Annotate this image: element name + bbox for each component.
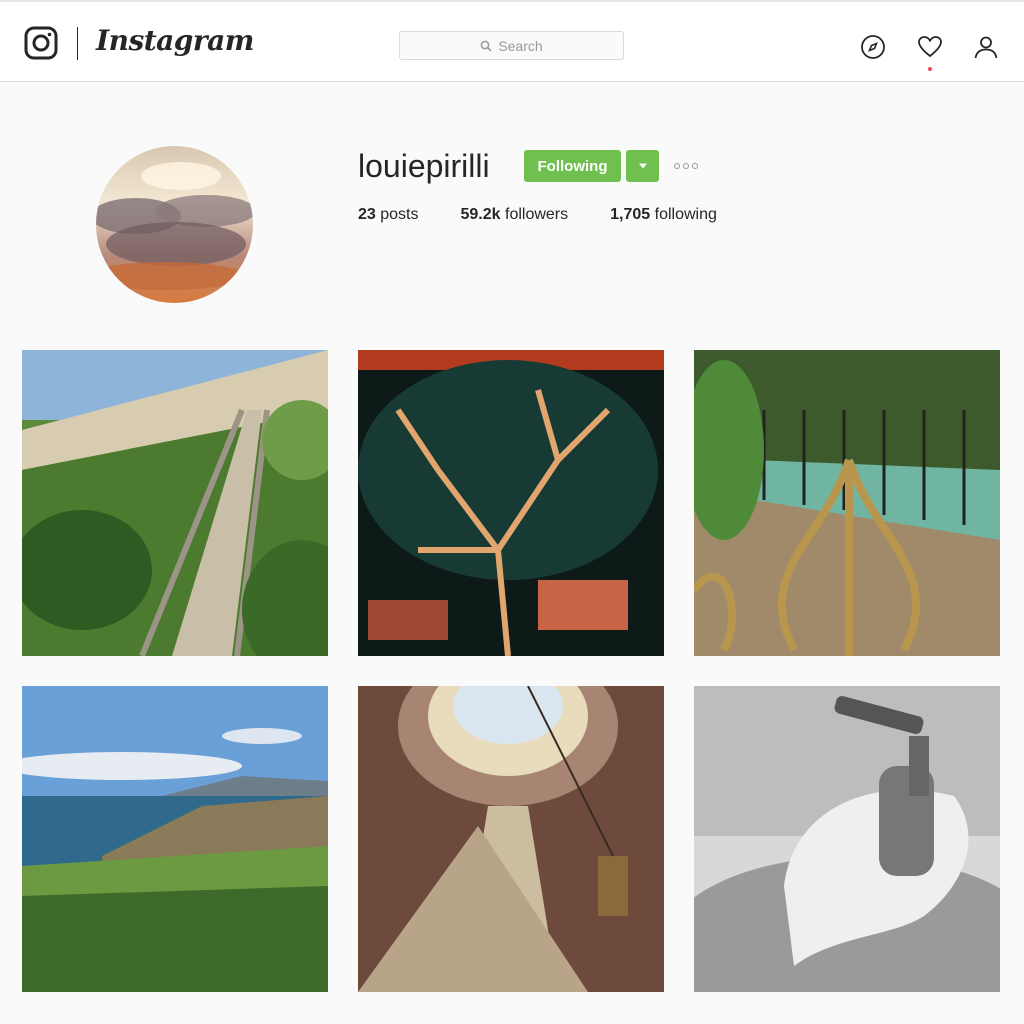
logo-divider bbox=[77, 27, 78, 60]
profile-stats: 23 posts 59.2k followers 1,705 following bbox=[358, 206, 759, 224]
heart-icon[interactable] bbox=[917, 34, 943, 60]
post-thumbnail[interactable] bbox=[358, 686, 664, 992]
more-options-icon[interactable] bbox=[674, 159, 702, 173]
following-button[interactable]: Following bbox=[524, 150, 621, 182]
followers-count[interactable]: 59.2k followers bbox=[461, 206, 569, 224]
compass-icon[interactable] bbox=[860, 34, 886, 60]
search-box[interactable]: Search bbox=[399, 31, 624, 60]
post-thumbnail[interactable] bbox=[358, 350, 664, 656]
instagram-glyph-icon[interactable] bbox=[24, 26, 58, 60]
instagram-wordmark[interactable]: Instagram bbox=[96, 24, 254, 57]
post-thumbnail[interactable] bbox=[694, 686, 1000, 992]
profile-username: louiepirilli bbox=[358, 148, 490, 184]
search-icon bbox=[480, 40, 492, 52]
posts-count[interactable]: 23 posts bbox=[358, 206, 419, 224]
post-thumbnail[interactable] bbox=[694, 350, 1000, 656]
top-navigation-bar: Instagram Search bbox=[0, 0, 1024, 82]
post-thumbnail[interactable] bbox=[22, 350, 328, 656]
follow-options-dropdown[interactable] bbox=[626, 150, 659, 182]
person-icon[interactable] bbox=[973, 34, 999, 60]
search-placeholder: Search bbox=[498, 37, 543, 54]
notification-dot bbox=[928, 67, 932, 71]
caret-down-icon bbox=[638, 163, 647, 169]
following-count[interactable]: 1,705 following bbox=[610, 206, 717, 224]
post-thumbnail[interactable] bbox=[22, 686, 328, 992]
profile-avatar[interactable] bbox=[96, 146, 253, 303]
